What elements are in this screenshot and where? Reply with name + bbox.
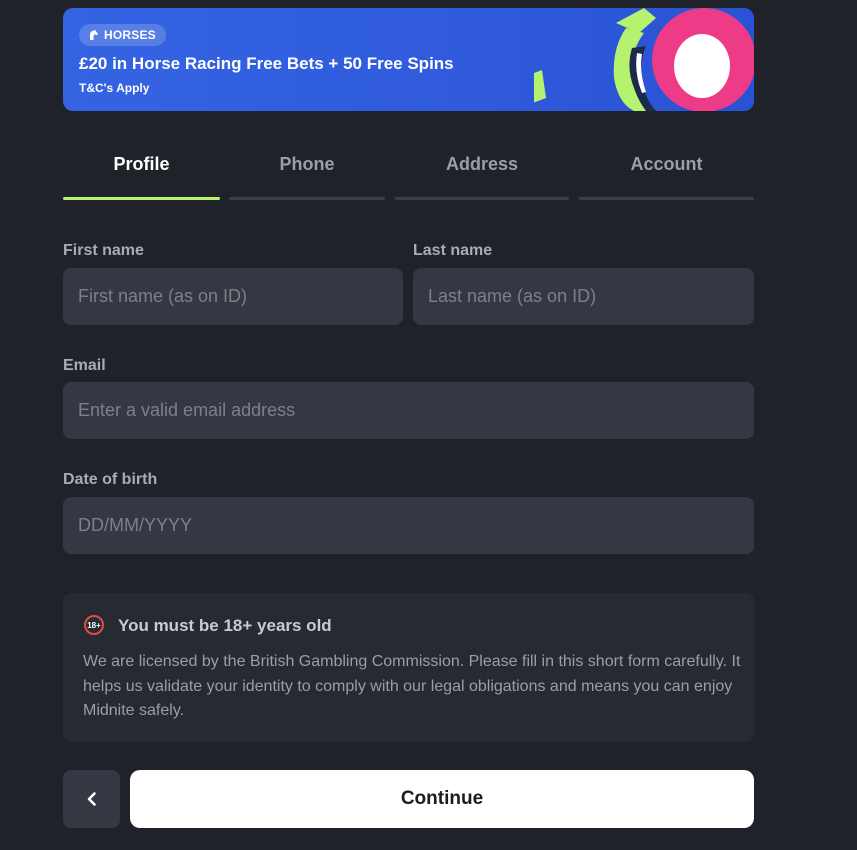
dob-input[interactable]	[63, 497, 754, 554]
notice-body: We are licensed by the British Gambling …	[83, 653, 741, 719]
notice-title: You must be 18+ years old	[118, 616, 332, 635]
tab-label: Profile	[113, 154, 170, 174]
back-button[interactable]	[63, 770, 120, 828]
chevron-left-icon	[87, 792, 96, 806]
age-restriction-icon: 18+	[84, 615, 104, 635]
tab-underline	[395, 197, 569, 200]
continue-button[interactable]: Continue	[130, 770, 754, 828]
first-name-label: First name	[63, 242, 144, 259]
tab-underline	[579, 197, 754, 200]
last-name-input[interactable]	[413, 268, 754, 325]
dob-label: Date of birth	[63, 471, 158, 488]
horse-icon	[90, 30, 98, 40]
tab-underline	[229, 197, 385, 200]
tab-address[interactable]: Address	[395, 140, 569, 200]
tab-profile[interactable]: Profile	[63, 140, 220, 200]
tab-underline	[63, 197, 220, 200]
badge-label: HORSES	[104, 28, 156, 42]
signup-steps-tabs: Profile Phone Address Account	[63, 140, 754, 200]
tab-account[interactable]: Account	[579, 140, 754, 200]
age-icon-text: 18+	[87, 620, 101, 630]
banner-illustration	[534, 8, 754, 111]
tab-label: Address	[445, 154, 519, 174]
promo-banner[interactable]: HORSES £20 in Horse Racing Free Bets + 5…	[63, 8, 754, 111]
email-input[interactable]	[63, 382, 754, 439]
banner-terms[interactable]: T&C's Apply	[79, 81, 149, 95]
tab-label: Phone	[279, 154, 335, 174]
tab-label: Account	[630, 154, 703, 174]
first-name-input[interactable]	[63, 268, 403, 325]
horses-badge: HORSES	[79, 24, 166, 46]
banner-title: £20 in Horse Racing Free Bets + 50 Free …	[79, 54, 454, 73]
email-label: Email	[63, 357, 106, 374]
tab-phone[interactable]: Phone	[229, 140, 385, 200]
last-name-label: Last name	[413, 242, 493, 259]
age-notice: 18+ You must be 18+ years old We are lic…	[63, 593, 754, 742]
